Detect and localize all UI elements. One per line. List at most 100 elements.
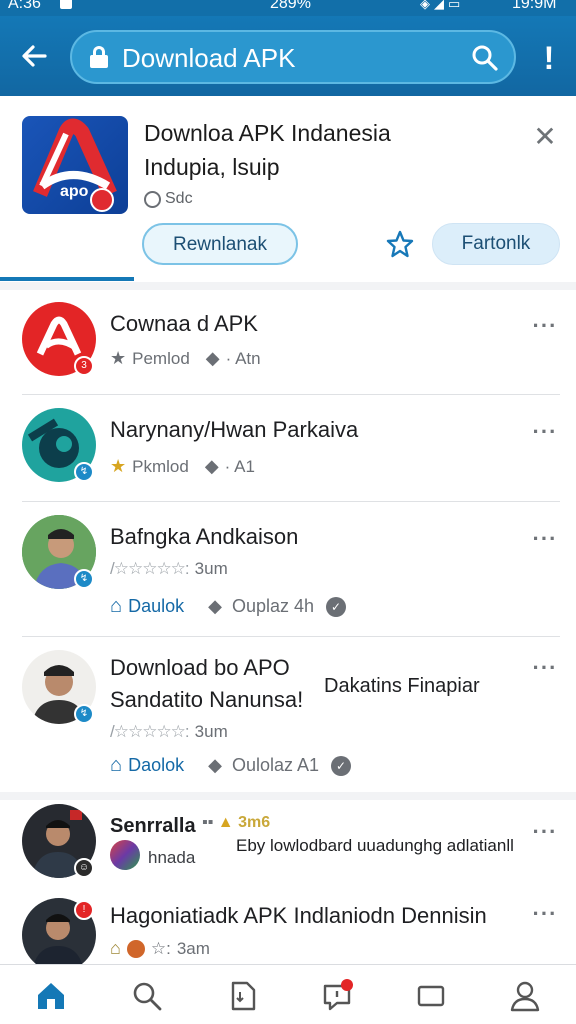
list-item[interactable]: ↯ Narynany/Hwan Parkaiva ★ Pkmlod ◆ · A1… <box>0 396 576 500</box>
badge-icon: ! <box>74 900 94 920</box>
more-horiz-icon[interactable]: ··· <box>530 421 560 443</box>
item-comment-label: · A1 <box>224 456 255 476</box>
chevron-circle-icon[interactable]: ✓ <box>331 755 352 776</box>
badge-icon: ↯ <box>74 462 94 482</box>
featured-app-card: apo Downloa APK Indanesia Indupia, lsuip… <box>0 96 576 282</box>
divider <box>22 636 560 637</box>
more-horiz-icon[interactable]: ··· <box>530 657 560 679</box>
search-nav-icon[interactable] <box>130 979 164 1013</box>
item-rating: 3am <box>176 938 210 958</box>
item-rating-label: Pemlod <box>132 348 190 368</box>
app-list-secondary: ☺ Senrralla ▪▪ ▲ 3m6 Eby lowlodbard uuad… <box>0 800 576 972</box>
badge-icon: ↯ <box>74 569 94 589</box>
badge-icon: ↯ <box>74 704 94 724</box>
more-horiz-icon[interactable]: ··· <box>530 903 560 925</box>
chevron-circle-icon[interactable]: ✓ <box>326 596 347 617</box>
search-icon[interactable] <box>470 43 500 73</box>
status-battery-percent: 289% <box>270 0 311 12</box>
list-item[interactable]: 3 Cownaa d APK ★ Pemlod ◆ · Atn ··· <box>0 290 576 394</box>
featured-meta: Sdc <box>144 190 193 208</box>
item-title: Cownaa d APK <box>110 311 258 336</box>
item-comment-label: · Atn <box>225 348 261 368</box>
badge-value: 3m6 <box>238 814 271 831</box>
item-actions: ⌂ Daulok ◆ Ouplaz 4h ✓ <box>110 595 347 618</box>
star-icon: ★ <box>110 348 127 368</box>
item-comment-label: Oulolaz A1 <box>231 755 320 775</box>
item-action-label[interactable]: Daulok <box>128 596 184 617</box>
item-actions: ⌂ Daolok ◆ Oulolaz A1 ✓ <box>110 754 352 777</box>
item-title: Narynany/Hwan Parkaiva <box>110 417 359 442</box>
home-icon[interactable]: ⌂ <box>110 595 122 618</box>
divider <box>22 501 560 502</box>
signal-wifi-battery-icons: ◈◢▭ <box>420 0 465 11</box>
list-item[interactable]: ☺ Senrralla ▪▪ ▲ 3m6 Eby lowlodbard uuad… <box>0 800 576 892</box>
item-meta: ⌂ ☆: 3am <box>110 938 210 959</box>
featured-subtitle: Indupia, lsuip <box>144 154 280 180</box>
item-sub: hnada <box>148 848 196 867</box>
notification-icon <box>60 0 72 9</box>
mini-avatar <box>110 840 140 870</box>
warning-icon: ▲ <box>217 814 234 831</box>
more-horiz-icon[interactable]: ··· <box>530 528 560 550</box>
item-meta: ★ Pkmlod ◆ · A1 <box>110 456 255 477</box>
item-meta: /☆☆☆☆☆: 3um <box>110 722 228 742</box>
item-rating: 3um <box>194 722 228 741</box>
featured-title: Downloa APK Indanesia <box>144 120 391 146</box>
comment-icon: ◆ <box>204 456 219 476</box>
square-icon[interactable] <box>414 979 448 1013</box>
item-meta: ★ Pemlod ◆ · Atn <box>110 348 261 369</box>
item-title-line1: Download bo APO <box>110 655 290 680</box>
home-icon: ⌂ <box>110 938 121 958</box>
item-action-label[interactable]: Daolok <box>128 755 184 776</box>
status-clock: 19:9M <box>512 0 557 12</box>
notification-icon[interactable] <box>320 979 354 1013</box>
item-meta: /☆☆☆☆☆: 3um <box>110 559 228 579</box>
app-list: 3 Cownaa d APK ★ Pemlod ◆ · Atn ··· ↯ Na… <box>0 290 576 792</box>
item-text: Eby lowlodbard uuadunghg adlatianll <box>236 836 514 855</box>
bottom-navigation <box>0 964 576 1024</box>
search-input[interactable]: Download APK <box>122 42 295 74</box>
home-icon[interactable]: ⌂ <box>110 754 122 777</box>
item-comment-label: Ouplaz 4h <box>231 596 315 616</box>
more-horiz-icon[interactable]: ··· <box>530 821 560 843</box>
secondary-action-button[interactable]: Fartonlk <box>432 223 560 265</box>
status-time: A:36 <box>8 0 41 12</box>
list-item[interactable]: ! Hagoniatiadk APK Indlaniodn Dennisin ⌂… <box>0 894 576 972</box>
app-bar: Download APK ! <box>0 16 576 96</box>
divider <box>22 394 560 395</box>
more-vert-icon[interactable]: ! <box>538 38 560 78</box>
badge-icon: ☺ <box>74 858 94 878</box>
more-horiz-icon[interactable]: ··· <box>530 315 560 337</box>
app-logo[interactable]: apo <box>22 116 128 214</box>
profile-icon[interactable] <box>508 979 542 1013</box>
document-icon[interactable] <box>226 979 260 1013</box>
item-title: Bafngka Andkaison <box>110 524 299 549</box>
info-circle-icon <box>144 190 161 208</box>
star-icon: ★ <box>110 456 127 476</box>
comment-icon[interactable]: ◆ <box>208 755 222 776</box>
comment-icon: ◆ <box>205 348 220 368</box>
item-rating: 3um <box>194 559 228 578</box>
star-outline-icon: ☆: <box>150 938 171 958</box>
tab-indicator <box>0 277 134 281</box>
comment-icon[interactable]: ◆ <box>208 596 222 617</box>
list-item[interactable]: ↯ Bafngka Andkaison /☆☆☆☆☆: 3um ⌂ Daulok… <box>0 503 576 635</box>
star-rating-icon: /☆☆☆☆☆: <box>110 559 190 578</box>
close-icon[interactable]: ✕ <box>530 122 560 152</box>
lock-icon <box>90 46 108 68</box>
emoji-icon <box>126 939 145 958</box>
search-bar[interactable]: Download APK <box>70 30 516 84</box>
tag-icon: ▪▪ <box>202 814 214 831</box>
status-badge: ▪▪ ▲ 3m6 <box>202 814 270 832</box>
star-outline-icon[interactable] <box>384 228 416 260</box>
star-rating-icon: /☆☆☆☆☆: <box>110 722 190 741</box>
item-name: Senrralla <box>110 815 196 837</box>
list-item[interactable]: ↯ Download bo APO Sandatito Nanunsa! Dak… <box>0 638 576 790</box>
item-title-line2: Sandatito Nanunsa! <box>110 687 304 712</box>
home-icon[interactable] <box>34 979 68 1013</box>
back-arrow-icon[interactable] <box>12 36 56 76</box>
primary-action-button[interactable]: Rewnlanak <box>142 223 298 265</box>
item-rating-label: Pkmlod <box>132 456 189 476</box>
featured-meta-text: Sdc <box>165 190 193 207</box>
status-bar: A:36 289% ◈◢▭ 19:9M <box>0 0 576 16</box>
